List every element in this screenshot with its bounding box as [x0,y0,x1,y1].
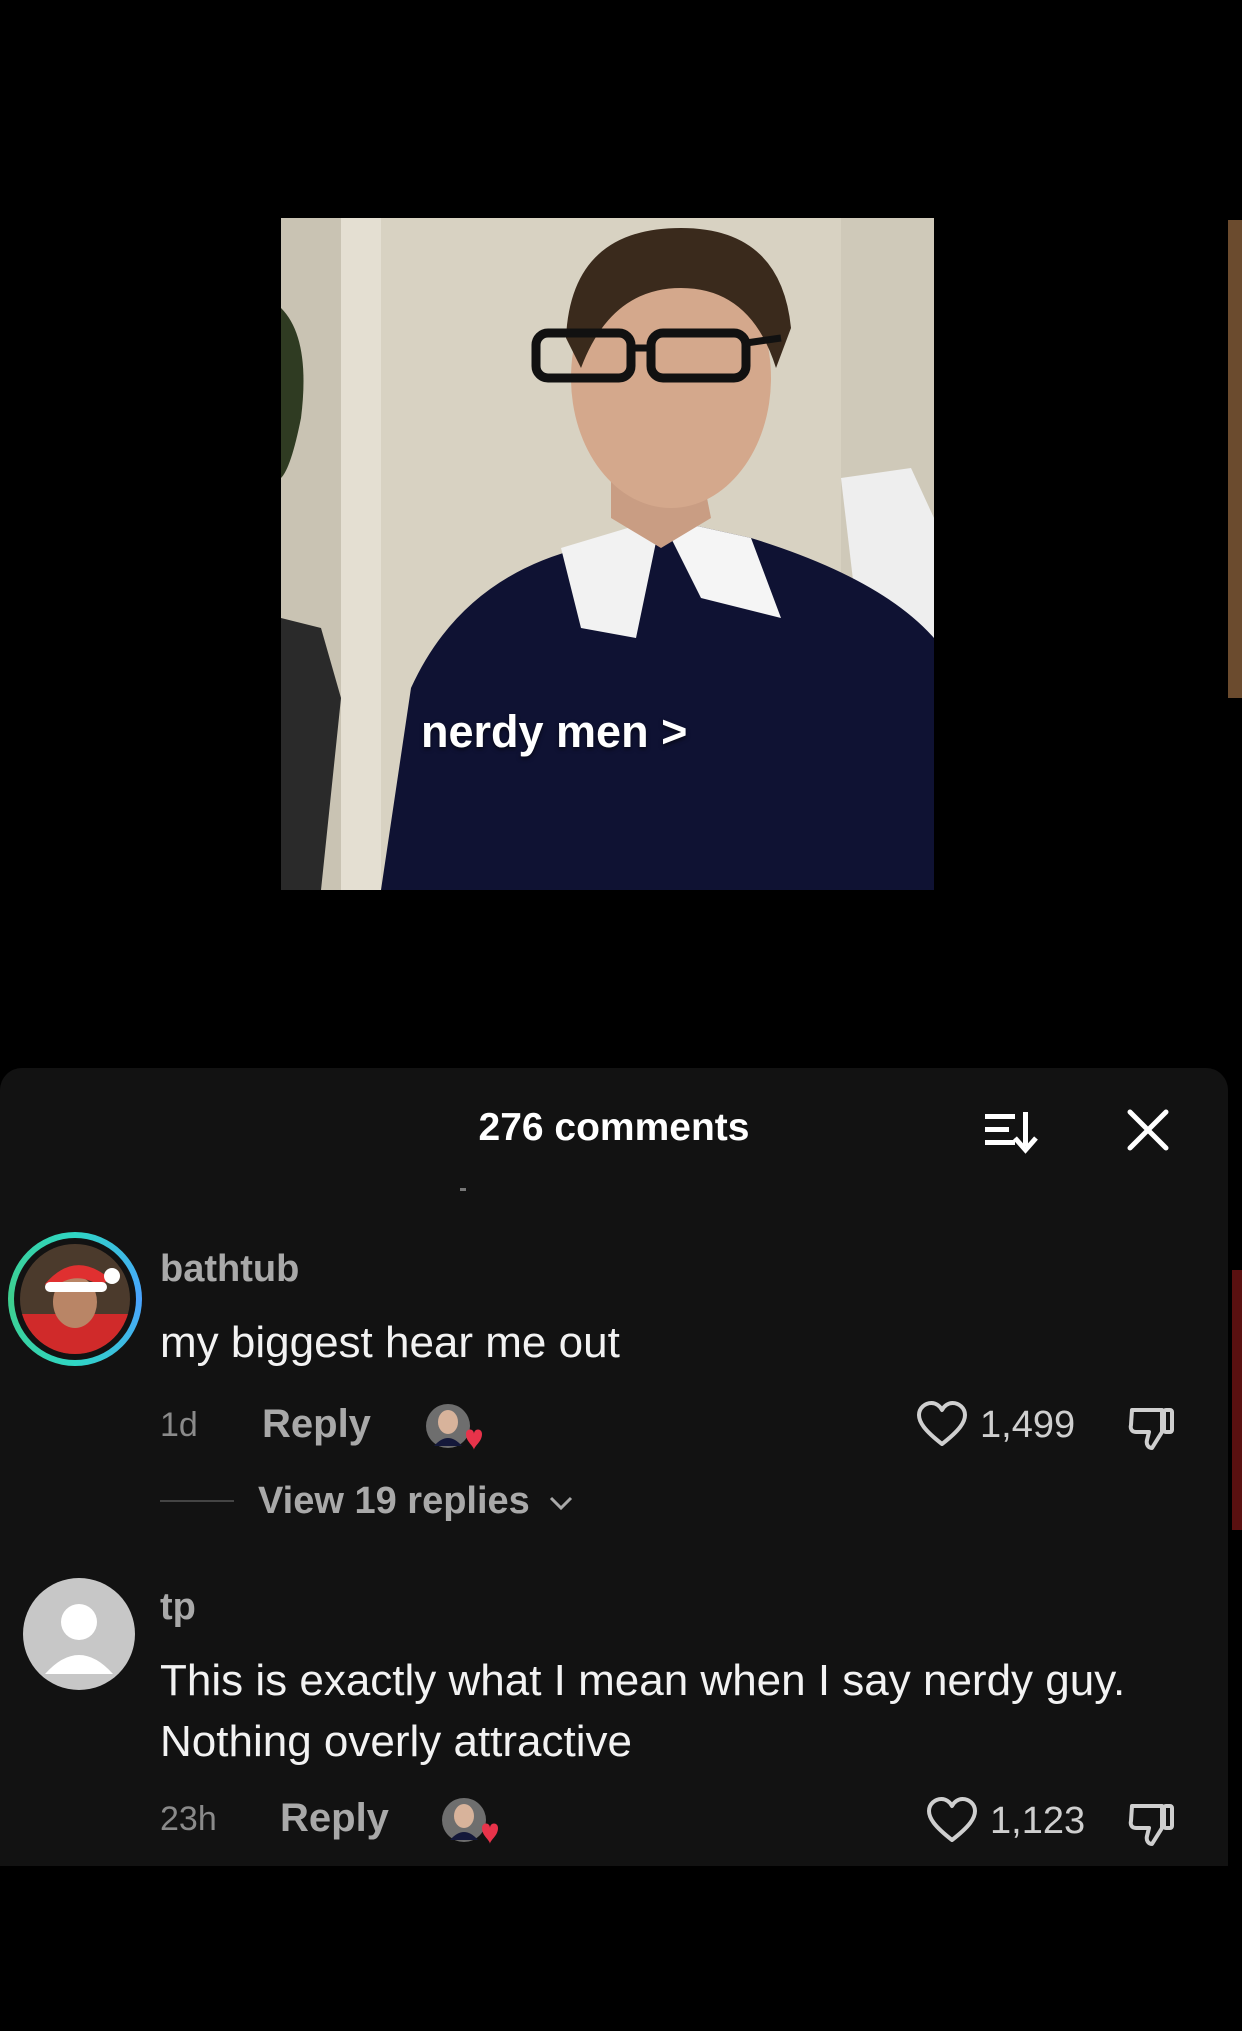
dislike-icon[interactable] [1126,1402,1178,1452]
comment-item: bathtub my biggest hear me out [0,1228,1228,1528]
like-count: 1,123 [990,1800,1086,1842]
creator-liked-icon [426,1404,482,1450]
heart-icon[interactable] [916,1400,968,1450]
heart-icon[interactable] [926,1796,978,1846]
avatar-image [20,1244,130,1354]
like-group[interactable]: 1,123 [926,1796,1096,1846]
video-frame[interactable]: nerdy men > [281,218,934,890]
drag-indicator [460,1188,466,1191]
sort-icon[interactable] [983,1108,1039,1154]
comment-actions: 23h Reply 1,123 [0,1790,1228,1850]
comment-username[interactable]: bathtub [160,1248,299,1291]
comment-username[interactable]: tp [160,1586,196,1629]
view-replies-button[interactable]: View 19 replies [258,1480,574,1523]
comments-count: 276 comments [478,1106,750,1149]
adjacent-video-edge [1228,220,1242,698]
adjacent-video-edge [1232,1270,1242,1530]
reply-button[interactable]: Reply [262,1402,371,1447]
default-avatar-icon [45,1604,113,1674]
comment-actions: 1d Reply 1,499 [0,1396,1228,1456]
view-replies-label: View 19 replies [258,1480,530,1522]
dislike-icon[interactable] [1126,1798,1178,1848]
comment-text: This is exactly what I mean when I say n… [160,1656,1126,1766]
comment-time: 23h [160,1800,217,1838]
avatar[interactable] [8,1232,142,1366]
like-group[interactable]: 1,499 [916,1400,1096,1450]
close-icon[interactable] [1124,1106,1172,1154]
comment-time: 1d [160,1406,198,1444]
like-count: 1,499 [980,1404,1076,1446]
reply-button[interactable]: Reply [280,1796,389,1841]
video-still-image [281,218,934,890]
chevron-down-icon [550,1496,573,1511]
video-area[interactable]: nerdy men > [0,0,1242,1070]
creator-liked-icon [442,1798,498,1844]
comment-text: my biggest hear me out [160,1318,620,1367]
avatar[interactable] [23,1578,135,1690]
replies-divider [160,1500,234,1502]
video-caption: nerdy men > [421,706,688,757]
